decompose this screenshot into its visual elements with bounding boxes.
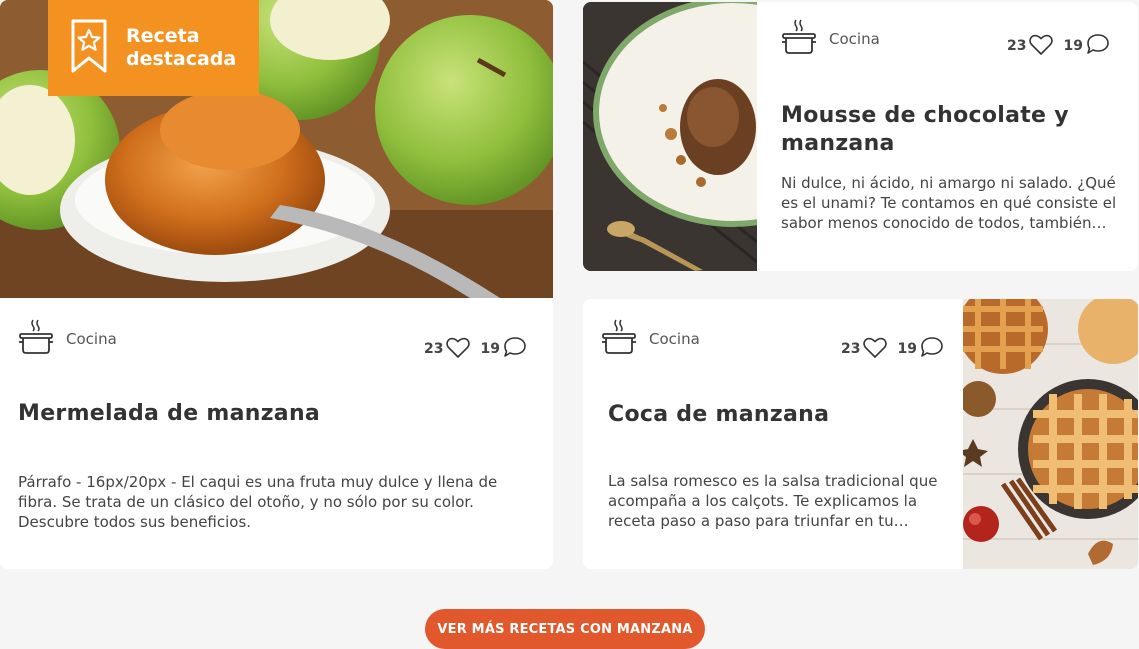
recipe-title[interactable]: Mermelada de manzana xyxy=(18,400,528,428)
likes-count: 23 xyxy=(1007,38,1027,54)
category-label: Cocina xyxy=(649,330,700,348)
featured-badge: Receta destacada xyxy=(48,0,259,96)
category-tag[interactable]: Cocina xyxy=(601,318,700,360)
heart-icon[interactable] xyxy=(1029,34,1054,59)
featured-recipe-card[interactable]: Receta destacada Cocina 23 19 Mermelada … xyxy=(0,0,553,569)
category-label: Cocina xyxy=(829,30,880,48)
comments-stat[interactable]: 19 xyxy=(480,336,526,362)
recipe-stats: 23 19 xyxy=(424,336,527,362)
category-label: Cocina xyxy=(66,330,117,348)
comment-icon[interactable] xyxy=(1086,33,1110,59)
comments-count: 19 xyxy=(480,341,500,357)
category-tag[interactable]: Cocina xyxy=(781,18,880,60)
comments-stat[interactable]: 19 xyxy=(1063,33,1109,59)
comments-stat[interactable]: 19 xyxy=(897,336,943,362)
recipe-description: La salsa romesco es la salsa tradicional… xyxy=(608,472,938,530)
featured-recipe-image[interactable]: Receta destacada xyxy=(0,0,553,298)
recipe-description: Párrafo - 16px/20px - El caqui es una fr… xyxy=(18,473,498,531)
recipe-image[interactable] xyxy=(963,299,1138,569)
bookmark-star-icon xyxy=(70,18,108,78)
pot-icon xyxy=(601,318,637,360)
recipe-title[interactable]: Coca de manzana xyxy=(608,401,938,429)
recipe-title[interactable]: Mousse de chocolate y manzana xyxy=(781,102,1111,158)
recipe-description: Ni dulce, ni ácido, ni amargo ni salado.… xyxy=(781,174,1117,232)
recipe-stats: 23 19 xyxy=(841,336,944,362)
see-more-recipes-button[interactable]: VER MÁS RECETAS CON MANZANA xyxy=(425,609,705,649)
pot-icon xyxy=(781,18,817,60)
pot-icon xyxy=(18,318,54,360)
comment-icon[interactable] xyxy=(503,336,527,362)
likes-stat[interactable]: 23 xyxy=(1007,34,1054,59)
recipe-stats: 23 19 xyxy=(1007,33,1110,59)
featured-badge-label: Receta destacada xyxy=(126,25,237,70)
comment-icon[interactable] xyxy=(920,336,944,362)
category-tag[interactable]: Cocina xyxy=(18,318,117,360)
likes-stat[interactable]: 23 xyxy=(424,337,471,362)
likes-count: 23 xyxy=(424,341,444,357)
heart-icon[interactable] xyxy=(863,337,888,362)
comments-count: 19 xyxy=(897,341,917,357)
recipe-image[interactable] xyxy=(583,2,757,271)
recipe-card[interactable]: Cocina 23 19 Mousse de chocolate y manza… xyxy=(583,2,1138,271)
comments-count: 19 xyxy=(1063,38,1083,54)
likes-stat[interactable]: 23 xyxy=(841,337,888,362)
heart-icon[interactable] xyxy=(446,337,471,362)
likes-count: 23 xyxy=(841,341,861,357)
recipe-card[interactable]: Cocina 23 19 Coca de manzana La salsa ro… xyxy=(583,299,1138,569)
